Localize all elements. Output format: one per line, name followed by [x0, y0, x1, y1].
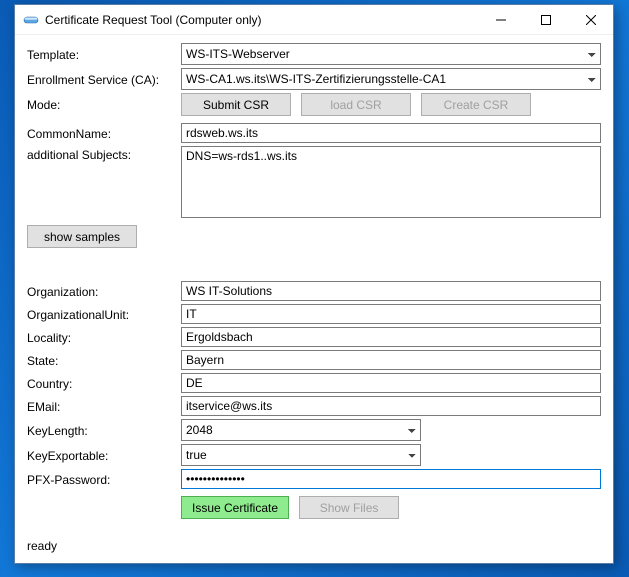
country-input[interactable] [181, 373, 601, 393]
template-label: Template: [27, 47, 177, 62]
keyexportable-label: KeyExportable: [27, 448, 177, 463]
app-window: Certificate Request Tool (Computer only)… [14, 4, 614, 564]
additional-subjects-textarea[interactable]: DNS=ws-rds1..ws.its [181, 146, 601, 218]
country-label: Country: [27, 376, 177, 391]
form-area: Template: WS-ITS-Webserver Enrollment Se… [15, 35, 613, 563]
locality-label: Locality: [27, 330, 177, 345]
commonname-input[interactable] [181, 123, 601, 143]
organization-input[interactable] [181, 281, 601, 301]
email-input[interactable] [181, 396, 601, 416]
locality-input[interactable] [181, 327, 601, 347]
window-title: Certificate Request Tool (Computer only) [45, 13, 478, 27]
commonname-label: CommonName: [27, 126, 177, 141]
enrollment-label: Enrollment Service (CA): [27, 72, 177, 87]
issue-certificate-button[interactable]: Issue Certificate [181, 496, 289, 519]
window-controls [478, 5, 613, 35]
ou-input[interactable] [181, 304, 601, 324]
show-files-button[interactable]: Show Files [299, 496, 399, 519]
ou-label: OrganizationalUnit: [27, 307, 177, 322]
app-icon [23, 12, 39, 28]
maximize-button[interactable] [523, 5, 568, 35]
mode-label: Mode: [27, 97, 177, 112]
status-text: ready [27, 539, 57, 553]
keyexportable-select[interactable]: true [181, 444, 421, 466]
enrollment-select[interactable]: WS-CA1.ws.its\WS-ITS-Zertifizierungsstel… [181, 68, 601, 90]
state-input[interactable] [181, 350, 601, 370]
email-label: EMail: [27, 399, 177, 414]
organization-label: Organization: [27, 284, 177, 299]
additional-subjects-label: additional Subjects: [27, 146, 177, 162]
state-label: State: [27, 353, 177, 368]
pfx-password-label: PFX-Password: [27, 472, 177, 487]
show-samples-button[interactable]: show samples [27, 225, 137, 248]
keylength-select[interactable]: 2048 [181, 419, 421, 441]
minimize-button[interactable] [478, 5, 523, 35]
close-button[interactable] [568, 5, 613, 35]
load-csr-button[interactable]: load CSR [301, 93, 411, 116]
submit-csr-button[interactable]: Submit CSR [181, 93, 291, 116]
title-bar: Certificate Request Tool (Computer only) [15, 5, 613, 35]
pfx-password-input[interactable] [181, 469, 601, 489]
create-csr-button[interactable]: Create CSR [421, 93, 531, 116]
template-select[interactable]: WS-ITS-Webserver [181, 43, 601, 65]
keylength-label: KeyLength: [27, 423, 177, 438]
